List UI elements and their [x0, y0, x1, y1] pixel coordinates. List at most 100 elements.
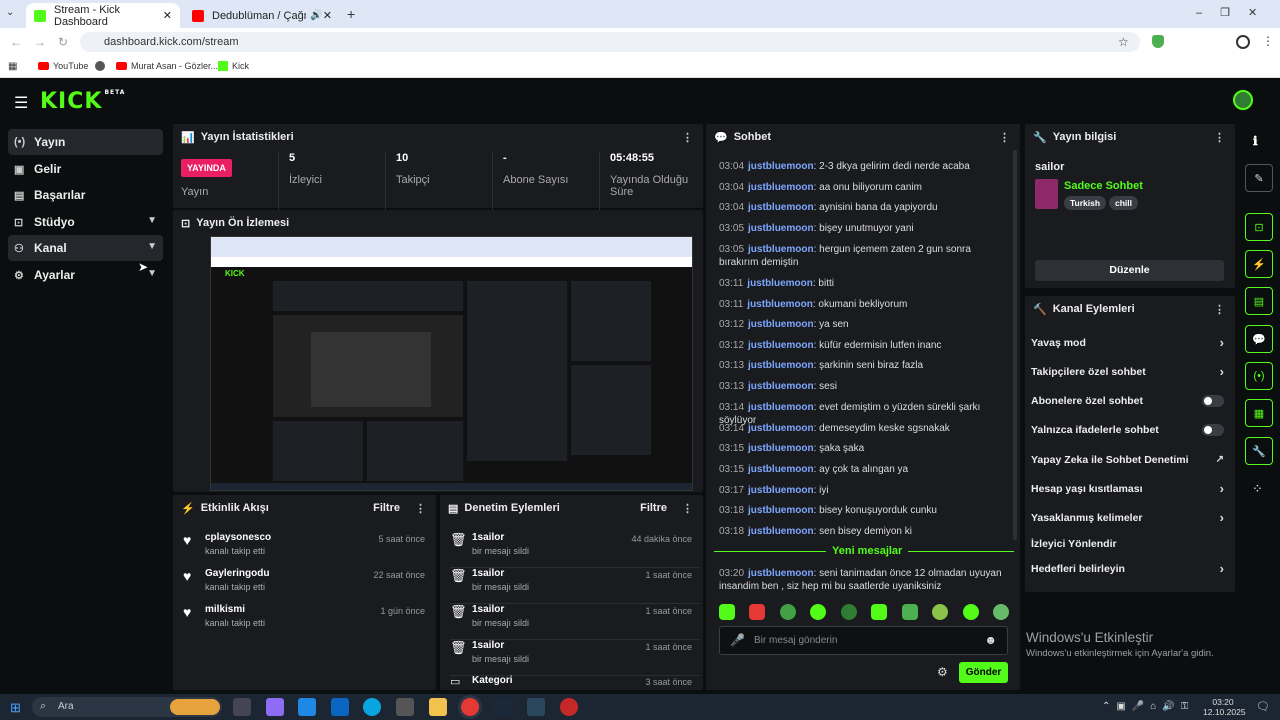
bookmark-youtube[interactable]: YouTube	[38, 61, 88, 71]
info-icon[interactable]: ℹ	[1253, 134, 1258, 148]
emote-icon[interactable]	[932, 604, 949, 620]
more-options-icon[interactable]: ⋮	[1214, 303, 1225, 316]
chat-message[interactable]: 03:14 justbluemoon: demeseydim keske sgsn…	[719, 422, 1009, 435]
sidebar-item-gelir[interactable]: ▣ Gelir	[8, 156, 163, 182]
chat-username[interactable]: justbluemoon	[747, 299, 813, 310]
rail-broadcast-icon[interactable]: (•)	[1245, 362, 1273, 390]
profile-icon[interactable]	[1236, 35, 1250, 49]
chat-message[interactable]: 03:12 justbluemoon: ya sen	[719, 318, 1009, 331]
chat-username[interactable]: justbluemoon	[748, 244, 814, 255]
more-options-icon[interactable]: ⋮	[682, 131, 693, 144]
chat-username[interactable]: justbluemoon	[748, 505, 814, 516]
nav-buttons[interactable]: ←→↻	[10, 35, 80, 49]
file-explorer-icon[interactable]	[429, 698, 447, 716]
windows-start-icon[interactable]: ⊞	[10, 700, 21, 716]
chat-message[interactable]: 03:18 justbluemoon: sen bisey demiyon ki	[719, 525, 1009, 538]
close-tab-icon[interactable]: ✕	[323, 9, 332, 22]
tab-list-chevron-icon[interactable]: ⌄	[6, 7, 14, 18]
rail-chat-icon[interactable]: 💬	[1245, 325, 1273, 353]
chat-message[interactable]: 03:17 justbluemoon: iyi	[719, 484, 1009, 497]
chat-message[interactable]: 03:05 justbluemoon: hergun içemem zaten 2…	[719, 243, 1009, 269]
more-options-icon[interactable]: ⋮	[682, 502, 693, 515]
action-slow-mode[interactable]: Yavaş mod ›	[1031, 335, 1226, 357]
emote-icon[interactable]	[840, 604, 857, 620]
chat-username[interactable]: justbluemoon	[748, 319, 814, 330]
chat-username[interactable]: justbluemoon	[748, 402, 814, 413]
edit-pencil-icon[interactable]: ✎	[1245, 164, 1273, 192]
emote-icon[interactable]	[749, 604, 766, 620]
sidebar-item-studyo[interactable]: ⊡ Stüdyo ▼	[8, 209, 163, 235]
more-options-icon[interactable]: ⋮	[999, 131, 1010, 144]
action-account-age[interactable]: Hesap yaşı kısıtlaması ›	[1031, 481, 1226, 503]
chat-username[interactable]: justbluemoon	[748, 526, 814, 537]
chat-message[interactable]: 03:15 justbluemoon: ay çok ta alıngan ya	[719, 463, 1009, 476]
more-options-icon[interactable]: ⋮	[415, 502, 426, 515]
tab-youtube[interactable]: Dedublüman / Çağn Çelik - 🔊 ✕	[184, 3, 340, 28]
browser-menu-icon[interactable]: ⋮	[1262, 34, 1274, 48]
emote-icon[interactable]	[810, 604, 827, 620]
chat-username[interactable]: justbluemoon	[748, 360, 814, 371]
chat-message[interactable]: 03:04 justbluemoon: 2-3 dkya gelirim dedi…	[719, 160, 1009, 173]
chat-message[interactable]: 03:04 justbluemoon: aynisini bana da yapi…	[719, 201, 1009, 214]
edge-icon[interactable]	[363, 698, 381, 716]
tab-kick-dashboard[interactable]: Stream - Kick Dashboard ✕	[26, 3, 180, 28]
chat-username[interactable]: justbluemoon	[748, 485, 814, 496]
address-bar[interactable]: dashboard.kick.com/stream	[80, 32, 1140, 52]
chat-username[interactable]: justbluemoon	[748, 443, 814, 454]
sidebar-item-yayin[interactable]: (•) Yayın	[8, 129, 163, 155]
sidebar-item-kanal[interactable]: ⚇ Kanal ▼	[8, 235, 163, 261]
action-emotes-only[interactable]: Yalnızca ifadelerle sohbet	[1031, 424, 1226, 444]
chat-message[interactable]: 03:15 justbluemoon: şaka şaka	[719, 442, 1009, 455]
filter-button[interactable]: Filtre	[373, 502, 400, 514]
action-ai-moderation[interactable]: Yapay Zeka ile Sohbet Denetimi ↗	[1031, 454, 1226, 474]
chat-username[interactable]: justbluemoon	[748, 340, 814, 351]
chat-message[interactable]: 03:20 justbluemoon: seni tanimadan önce 1…	[719, 567, 1009, 593]
chat-message[interactable]: 03:13 justbluemoon: sesi	[719, 380, 1009, 393]
chat-input[interactable]: 🎤 Bir mesaj gönderin ☻	[719, 626, 1008, 655]
bookmark-star-icon[interactable]: ☆	[1118, 35, 1129, 49]
obs-icon[interactable]	[560, 698, 578, 716]
toggle-switch[interactable]	[1202, 395, 1224, 407]
bookmark-murat-asan[interactable]: Murat Asan - Gözler...	[116, 61, 218, 71]
shield-extension-icon[interactable]	[1152, 35, 1164, 48]
chat-message[interactable]: 03:04 justbluemoon: aa onu biliyorum cani…	[719, 181, 1009, 194]
system-tray-icons[interactable]: ⌃▣🎤⌂🔊⚿	[1102, 701, 1194, 712]
chat-username[interactable]: justbluemoon	[748, 202, 814, 213]
chat-username[interactable]: justbluemoon	[748, 423, 814, 434]
taskbar-search[interactable]: ⌕ Ara	[32, 697, 222, 717]
chat-scrollbar[interactable]	[1013, 150, 1017, 540]
send-button[interactable]: Gönder	[959, 662, 1008, 683]
bookmark-globe[interactable]	[95, 61, 105, 71]
clock[interactable]: 03:20 12.10.2025	[1203, 697, 1246, 717]
emote-icon[interactable]	[871, 604, 888, 620]
sidebar-item-basarilar[interactable]: ▤ Başarılar	[8, 182, 163, 208]
rail-lightning-icon[interactable]: ⚡	[1245, 250, 1273, 278]
app-icon[interactable]	[396, 698, 414, 716]
rail-more-icon[interactable]: ⁘	[1252, 481, 1263, 497]
rail-wrench-icon[interactable]: 🔧	[1245, 437, 1273, 465]
chat-username[interactable]: justbluemoon	[748, 161, 814, 172]
chat-username[interactable]: justbluemoon	[747, 278, 813, 289]
action-subscribers-only[interactable]: Abonelere özel sohbet	[1031, 395, 1226, 415]
emote-icon[interactable]	[962, 604, 979, 620]
task-view-icon[interactable]	[233, 698, 251, 716]
chat-username[interactable]: justbluemoon	[748, 568, 814, 579]
stream-category[interactable]: Sadece Sohbet	[1064, 180, 1143, 192]
chat-message[interactable]: 03:18 justbluemoon: bisey konuşuyorduk cu…	[719, 504, 1009, 517]
hamburger-menu-icon[interactable]: ☰	[14, 93, 28, 113]
copilot-icon[interactable]	[266, 698, 284, 716]
action-banned-words[interactable]: Yasaklanmış kelimeler ›	[1031, 510, 1226, 532]
chrome-icon[interactable]	[461, 698, 479, 716]
emote-icon[interactable]	[719, 604, 735, 620]
chat-username[interactable]: justbluemoon	[748, 182, 814, 193]
window-controls[interactable]: –❐✕	[1196, 6, 1275, 19]
action-goals[interactable]: Hedefleri belirleyin ›	[1031, 561, 1226, 583]
steam-icon-2[interactable]	[527, 698, 545, 716]
action-followers-only[interactable]: Takipçilere özel sohbet ›	[1031, 364, 1226, 386]
chat-username[interactable]: justbluemoon	[748, 223, 814, 234]
microphone-icon[interactable]: 🎤	[730, 633, 745, 647]
rail-layout-icon[interactable]: ▦	[1245, 399, 1273, 427]
chat-message[interactable]: 03:11 justbluemoon: okumani bekliyorum	[719, 298, 1009, 311]
steam-icon[interactable]	[494, 698, 512, 716]
outlook-icon[interactable]	[331, 698, 349, 716]
